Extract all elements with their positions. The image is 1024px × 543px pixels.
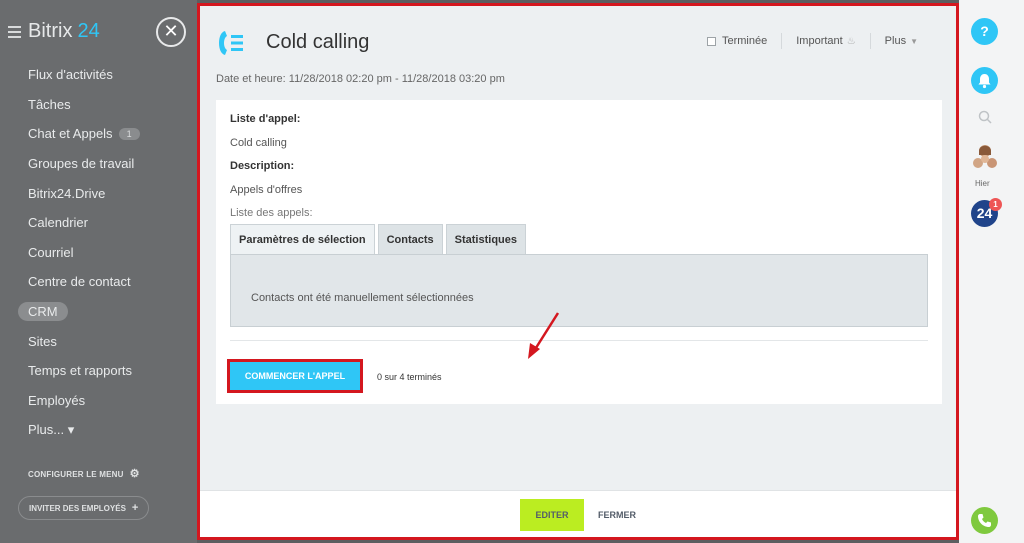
close-button[interactable]: FERMER [598,510,636,520]
right-bar: ? Hier 24 1 [959,0,1024,543]
phone-list-icon [219,31,243,55]
checkbox-icon [706,36,716,46]
tab-content: Contacts ont été manuellement sélectionn… [230,254,928,327]
edit-button[interactable]: EDITER [520,499,584,531]
logo[interactable]: Bitrix 24 [8,20,100,43]
description-value: Appels d'offres [230,184,303,196]
avatars-icon[interactable] [970,142,1000,172]
sidebar-item-chat[interactable]: Chat et Appels 1 [0,119,197,149]
sidebar-item-flux[interactable]: Flux d'activités [0,60,197,90]
phone-icon[interactable] [971,507,998,534]
panel-header: Cold calling Terminée Important ♨ Plus ▼ [200,6,956,68]
more-dropdown[interactable]: Plus ▼ [869,33,932,49]
flame-icon: ♨ [846,35,856,47]
hier-label: Hier [975,179,990,188]
search-icon[interactable] [978,110,992,124]
calls-list-label: Liste des appels: [230,207,313,219]
tab-bar: Paramètres de sélection Contacts Statist… [230,224,529,254]
start-call-highlight: COMMENCER L'APPEL [227,359,363,393]
sidebar-item-drive[interactable]: Bitrix24.Drive [0,178,197,208]
sidebar-item-plus[interactable]: Plus... ▾ [0,415,197,445]
start-call-button[interactable]: COMMENCER L'APPEL [230,362,360,390]
sidebar-item-calendrier[interactable]: Calendrier [0,208,197,238]
tab-contacts[interactable]: Contacts [377,224,443,254]
activity-panel: Cold calling Terminée Important ♨ Plus ▼… [197,3,959,540]
description-label: Description: [230,160,295,172]
tab-selection-params[interactable]: Paramètres de sélection [230,224,375,254]
left-sidebar: Bitrix 24 ✕ Flux d'activités Tâches Chat… [0,0,197,543]
sidebar-item-courriel[interactable]: Courriel [0,238,197,268]
tab-message: Contacts ont été manuellement sélectionn… [251,292,474,304]
notification-count-badge: 1 [989,198,1002,211]
page-title: Cold calling [266,31,370,53]
gear-icon: ⚙ [129,468,140,480]
divider [230,340,928,341]
tab-statistics[interactable]: Statistiques [445,224,526,254]
help-icon[interactable]: ? [971,18,998,45]
close-icon[interactable]: ✕ [156,17,186,47]
invite-employees-button[interactable]: INVITER DES EMPLOYÉS + [18,496,150,520]
bell-icon[interactable] [971,67,998,94]
chevron-down-icon: ▼ [910,36,918,46]
activity-card: Liste d'appel: Cold calling Description:… [216,100,942,404]
date-time: Date et heure: 11/28/2018 02:20 pm - 11/… [216,73,505,85]
important-toggle[interactable]: Important ♨ [781,33,869,49]
progress-text: 0 sur 4 terminés [377,372,442,382]
logo-text: Bitrix [28,20,73,42]
call-list-value: Cold calling [230,137,287,149]
sidebar-item-employes[interactable]: Employés [0,386,197,416]
annotation-arrow-icon [528,312,560,359]
sidebar-item-crm[interactable]: CRM [0,297,197,327]
configure-menu-link[interactable]: CONFIGURER LE MENU ⚙ [28,467,140,480]
plus-icon: + [131,502,139,514]
done-checkbox[interactable]: Terminée [693,33,781,49]
header-actions: Terminée Important ♨ Plus ▼ [693,33,932,49]
sidebar-item-temps[interactable]: Temps et rapports [0,356,197,386]
menu-icon[interactable] [8,23,21,41]
chat-count-badge: 1 [118,127,140,140]
panel-footer: EDITER FERMER [200,490,956,537]
sidebar-menu: Flux d'activités Tâches Chat et Appels 1 … [0,60,197,445]
logo-number: 24 [77,20,100,42]
sidebar-item-sites[interactable]: Sites [0,326,197,356]
call-list-label: Liste d'appel: [230,113,301,125]
sidebar-item-contact-center[interactable]: Centre de contact [0,267,197,297]
sidebar-item-groupes[interactable]: Groupes de travail [0,149,197,179]
sidebar-item-taches[interactable]: Tâches [0,90,197,120]
